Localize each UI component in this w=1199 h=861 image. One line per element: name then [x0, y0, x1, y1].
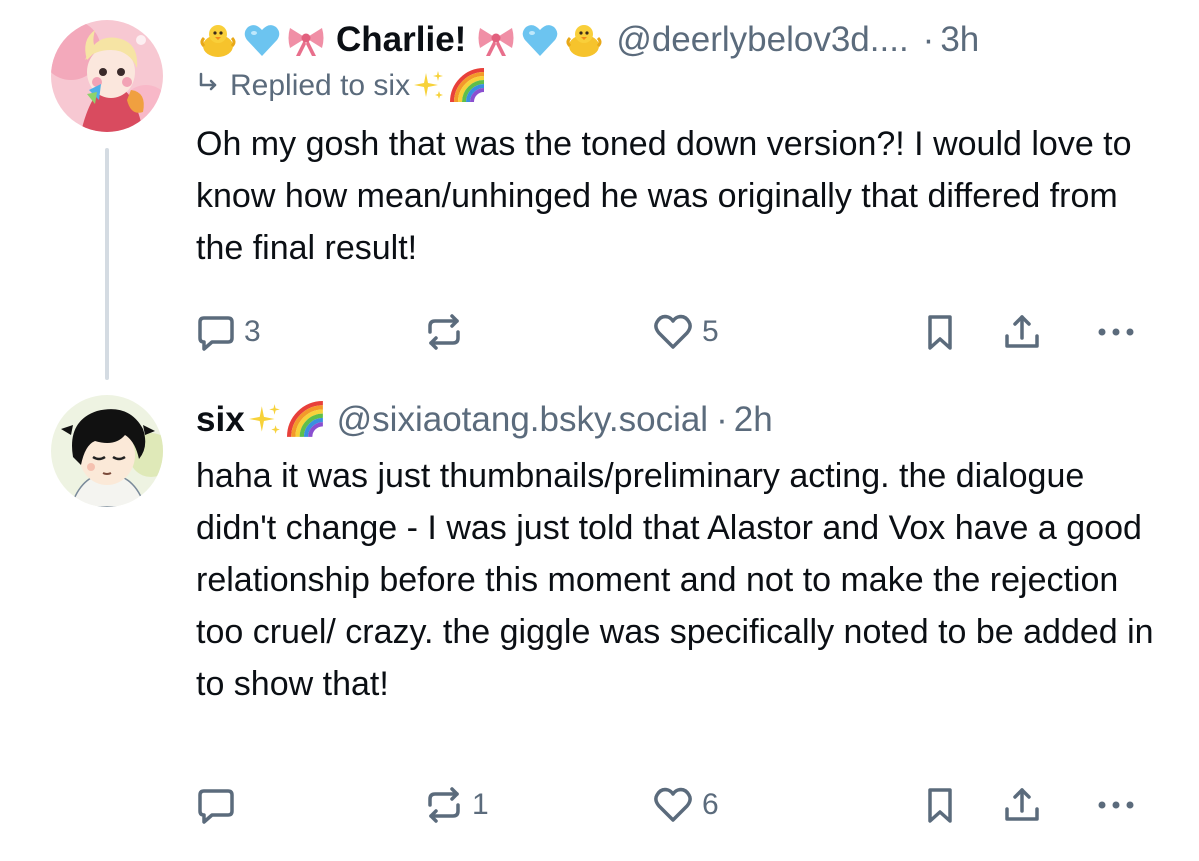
bookmark-icon — [920, 785, 960, 825]
like-button[interactable]: 6 — [652, 775, 719, 835]
author-display-name[interactable]: six — [196, 396, 327, 444]
ribbon-emoji-icon — [476, 20, 516, 60]
thread-line — [105, 148, 109, 380]
ellipsis-icon — [1092, 785, 1140, 825]
ribbon-emoji-icon — [286, 20, 326, 60]
post-actions: 3 5 — [196, 302, 1169, 362]
display-name-text[interactable]: Charlie! — [336, 16, 466, 64]
repost-button[interactable]: 1 — [424, 775, 489, 835]
share-button[interactable] — [1002, 302, 1042, 362]
repost-button[interactable] — [424, 302, 472, 362]
like-button[interactable]: 5 — [652, 302, 719, 362]
baby-chick-emoji-icon — [198, 20, 238, 60]
share-button[interactable] — [1002, 775, 1042, 835]
post-timestamp[interactable]: 2h — [734, 396, 773, 444]
reply-arrow-icon — [196, 66, 220, 106]
post-timestamp[interactable]: 3h — [940, 16, 979, 64]
reply-post[interactable]: six @sixiaotang.bsky.social · 2h haha it… — [0, 390, 1199, 861]
baby-chick-emoji-icon — [564, 20, 604, 60]
avatar[interactable] — [51, 395, 163, 507]
repost-icon — [424, 785, 464, 825]
repost-icon — [424, 312, 464, 352]
reply-count: 3 — [244, 315, 261, 348]
share-icon — [1002, 312, 1042, 352]
rainbow-emoji-icon — [286, 401, 325, 439]
reply-post[interactable]: Charlie! @deerlybelov3d.... · 3h Replied… — [0, 0, 1199, 390]
like-count: 5 — [702, 315, 719, 348]
more-options-button[interactable] — [1092, 302, 1140, 362]
heart-icon — [652, 312, 694, 352]
sparkles-emoji-icon — [412, 69, 446, 103]
reply-button[interactable]: 3 — [196, 302, 261, 362]
reply-bubble-icon — [196, 312, 236, 352]
post-header: six @sixiaotang.bsky.social · 2h — [196, 396, 1169, 444]
post-text: haha it was just thumbnails/preliminary … — [196, 457, 1154, 703]
reply-button[interactable] — [196, 775, 244, 835]
author-handle[interactable]: @sixiaotang.bsky.social — [337, 396, 708, 444]
rainbow-emoji-icon — [450, 68, 486, 104]
blue-heart-emoji-icon — [242, 20, 282, 60]
bookmark-button[interactable] — [920, 775, 960, 835]
replied-to-link[interactable]: Replied to six — [196, 66, 1169, 106]
reply-bubble-icon — [196, 785, 236, 825]
bookmark-icon — [920, 312, 960, 352]
blue-heart-emoji-icon — [520, 20, 560, 60]
more-options-button[interactable] — [1092, 775, 1140, 835]
avatar[interactable] — [51, 20, 163, 132]
sparkles-emoji-icon — [247, 402, 283, 438]
post-actions: 1 6 — [196, 775, 1169, 835]
author-handle[interactable]: @deerlybelov3d.... — [616, 16, 908, 64]
ellipsis-icon — [1092, 312, 1140, 352]
post-header: Charlie! @deerlybelov3d.... · 3h — [196, 16, 1169, 64]
separator-dot: · — [716, 400, 728, 439]
post-text: Oh my gosh that was the toned down versi… — [196, 125, 1132, 267]
display-name-text[interactable]: six — [196, 396, 245, 444]
replied-to-label[interactable]: Replied to six — [230, 66, 410, 106]
like-count: 6 — [702, 788, 719, 821]
separator-dot: · — [922, 20, 935, 59]
bookmark-button[interactable] — [920, 302, 960, 362]
heart-icon — [652, 785, 694, 825]
author-display-name[interactable]: Charlie! — [196, 16, 606, 64]
repost-count: 1 — [472, 788, 489, 821]
share-icon — [1002, 785, 1042, 825]
